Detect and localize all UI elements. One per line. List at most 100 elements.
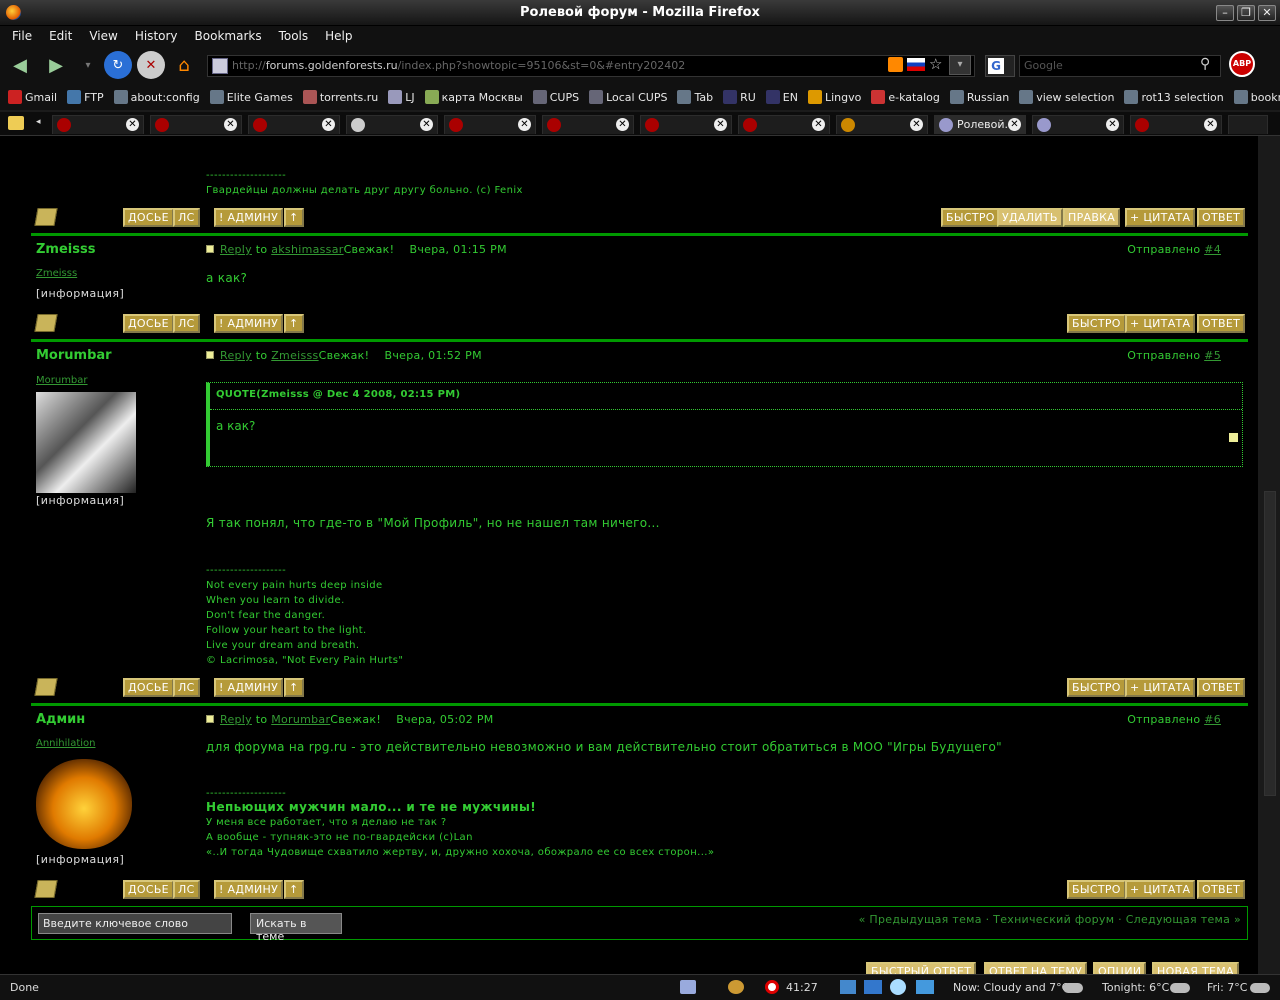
tab[interactable]: ✕: [1130, 115, 1222, 134]
url-dropdown-icon[interactable]: ▾: [949, 55, 971, 75]
history-dropdown-icon[interactable]: ▾: [74, 51, 102, 79]
tab-close-icon[interactable]: ✕: [616, 118, 629, 131]
bookmark-view-selection[interactable]: view selection: [1019, 90, 1114, 104]
reply-button[interactable]: ОТВЕТ: [1197, 880, 1246, 899]
vertical-scrollbar[interactable]: [1260, 136, 1280, 974]
tab[interactable]: ✕: [52, 115, 144, 134]
report-admin-button[interactable]: ! АДМИНУ: [214, 208, 284, 227]
quote-button[interactable]: + ЦИТАТА: [1125, 314, 1196, 333]
tab[interactable]: ✕: [738, 115, 830, 134]
post-author[interactable]: Zmeisss: [36, 242, 95, 257]
pm-button[interactable]: ЛС: [173, 880, 200, 899]
search-in-topic-button[interactable]: Искать в теме: [250, 913, 342, 943]
tab[interactable]: ✕: [542, 115, 634, 134]
tab-close-icon[interactable]: ✕: [420, 118, 433, 131]
report-admin-button[interactable]: ! АДМИНУ: [214, 678, 284, 697]
scroll-top-button[interactable]: ↑: [284, 678, 304, 697]
menu-tools[interactable]: Tools: [273, 26, 315, 46]
menu-bookmarks[interactable]: Bookmarks: [189, 26, 268, 46]
menu-help[interactable]: Help: [319, 26, 358, 46]
post-number-link[interactable]: #4: [1204, 243, 1221, 256]
fast-edit-button[interactable]: БЫСТРО: [941, 208, 1000, 227]
author-info-link[interactable]: [информация]: [36, 853, 124, 866]
scroll-top-button[interactable]: ↑: [284, 208, 304, 227]
reply-button[interactable]: ОТВЕТ: [1197, 678, 1246, 697]
pm-button[interactable]: ЛС: [173, 314, 200, 333]
post-number-link[interactable]: #6: [1204, 713, 1221, 726]
author-group-link[interactable]: Morumbar: [36, 375, 88, 386]
next-topic-link[interactable]: Следующая тема »: [1126, 913, 1241, 926]
fast-edit-button[interactable]: БЫСТРО: [1067, 314, 1126, 333]
timer-clock-icon[interactable]: [765, 980, 779, 994]
tab-close-icon[interactable]: ✕: [322, 118, 335, 131]
reply-target-link[interactable]: akshimassar: [271, 243, 343, 256]
bookmark-bookmarklet[interactable]: bookmarklet: [1233, 90, 1280, 104]
quote-button[interactable]: + ЦИТАТА: [1125, 208, 1196, 227]
reply-link[interactable]: Reply: [220, 713, 252, 726]
reply-target-link[interactable]: Morumbar: [271, 713, 330, 726]
tab-close-icon[interactable]: ✕: [224, 118, 237, 131]
reply-target-link[interactable]: Zmeisss: [271, 349, 318, 362]
reply-link[interactable]: Reply: [220, 243, 252, 256]
reply-topic-button[interactable]: ОТВЕТ НА ТЕМУ: [984, 962, 1088, 974]
tab[interactable]: ✕: [248, 115, 340, 134]
reply-link[interactable]: Reply: [220, 349, 252, 362]
dossier-button[interactable]: ДОСЬЕ: [123, 208, 174, 227]
edit-button[interactable]: ПРАВКА: [1063, 208, 1121, 227]
pm-button[interactable]: ЛС: [173, 678, 200, 697]
list-all-tabs-icon[interactable]: [8, 116, 24, 130]
pm-button[interactable]: ЛС: [173, 208, 200, 227]
fast-edit-button[interactable]: БЫСТРО: [1067, 880, 1126, 899]
report-admin-button[interactable]: ! АДМИНУ: [214, 314, 284, 333]
dossier-button[interactable]: ДОСЬЕ: [123, 314, 174, 333]
forum-link[interactable]: Технический форум: [993, 913, 1114, 926]
menu-edit[interactable]: Edit: [43, 26, 78, 46]
tab[interactable]: [1228, 115, 1268, 134]
tab[interactable]: ✕: [444, 115, 536, 134]
tab-close-icon[interactable]: ✕: [126, 118, 139, 131]
author-info-link[interactable]: [информация]: [36, 287, 124, 300]
home-icon[interactable]: ⌂: [170, 51, 198, 79]
search-engine-selector[interactable]: G: [985, 55, 1015, 77]
post-author[interactable]: Админ: [36, 712, 85, 727]
extension-icon[interactable]: [680, 980, 696, 994]
maximize-button[interactable]: ❐: [1237, 5, 1255, 21]
tab-close-icon[interactable]: ✕: [1106, 118, 1119, 131]
author-group-link[interactable]: Zmeisss: [36, 268, 77, 279]
bookmark-ftp[interactable]: FTP: [67, 90, 104, 104]
previous-topic-link[interactable]: « Предыдущая тема: [859, 913, 982, 926]
author-info-link[interactable]: [информация]: [36, 494, 124, 507]
scroll-top-button[interactable]: ↑: [284, 314, 304, 333]
weather-app-icon[interactable]: [916, 980, 934, 994]
bookmark-gmail[interactable]: Gmail: [8, 90, 57, 104]
network-icon[interactable]: [840, 980, 856, 994]
fast-edit-button[interactable]: БЫСТРО: [1067, 678, 1126, 697]
tab-close-icon[interactable]: ✕: [714, 118, 727, 131]
menu-view[interactable]: View: [83, 26, 123, 46]
tab-close-icon[interactable]: ✕: [812, 118, 825, 131]
tab-close-icon[interactable]: ✕: [518, 118, 531, 131]
new-topic-button[interactable]: НОВАЯ ТЕМА: [1152, 962, 1239, 974]
bookmark-lingvo[interactable]: Lingvo: [807, 90, 861, 104]
compass-icon[interactable]: [890, 979, 906, 995]
tab[interactable]: ✕: [836, 115, 928, 134]
bookmark-torrents[interactable]: torrents.ru: [302, 90, 378, 104]
stop-icon[interactable]: ✕: [137, 51, 165, 79]
search-input[interactable]: Google: [1019, 55, 1221, 77]
tab-active[interactable]: Ролевой... ✕: [934, 115, 1026, 134]
weather-friday[interactable]: Fri: 7°C: [1207, 981, 1248, 994]
close-button[interactable]: ✕: [1258, 5, 1276, 21]
delete-button[interactable]: УДАЛИТЬ: [997, 208, 1063, 227]
quote-button[interactable]: + ЦИТАТА: [1125, 880, 1196, 899]
scroll-top-button[interactable]: ↑: [284, 880, 304, 899]
bookmark-local-cups[interactable]: Local CUPS: [589, 90, 667, 104]
quick-reply-button[interactable]: БЫСТРЫЙ ОТВЕТ: [866, 962, 977, 974]
tab[interactable]: ✕: [640, 115, 732, 134]
bookmark-elite-games[interactable]: Elite Games: [209, 90, 293, 104]
back-arrow-icon[interactable]: ◀: [6, 51, 34, 79]
bookmark-about-config[interactable]: about:config: [113, 90, 200, 104]
greasemonkey-icon[interactable]: [728, 980, 744, 994]
star-bookmark-icon[interactable]: ☆: [929, 55, 942, 73]
quote-jump-icon[interactable]: [1229, 433, 1238, 442]
bookmark-lj[interactable]: LJ: [388, 90, 415, 104]
